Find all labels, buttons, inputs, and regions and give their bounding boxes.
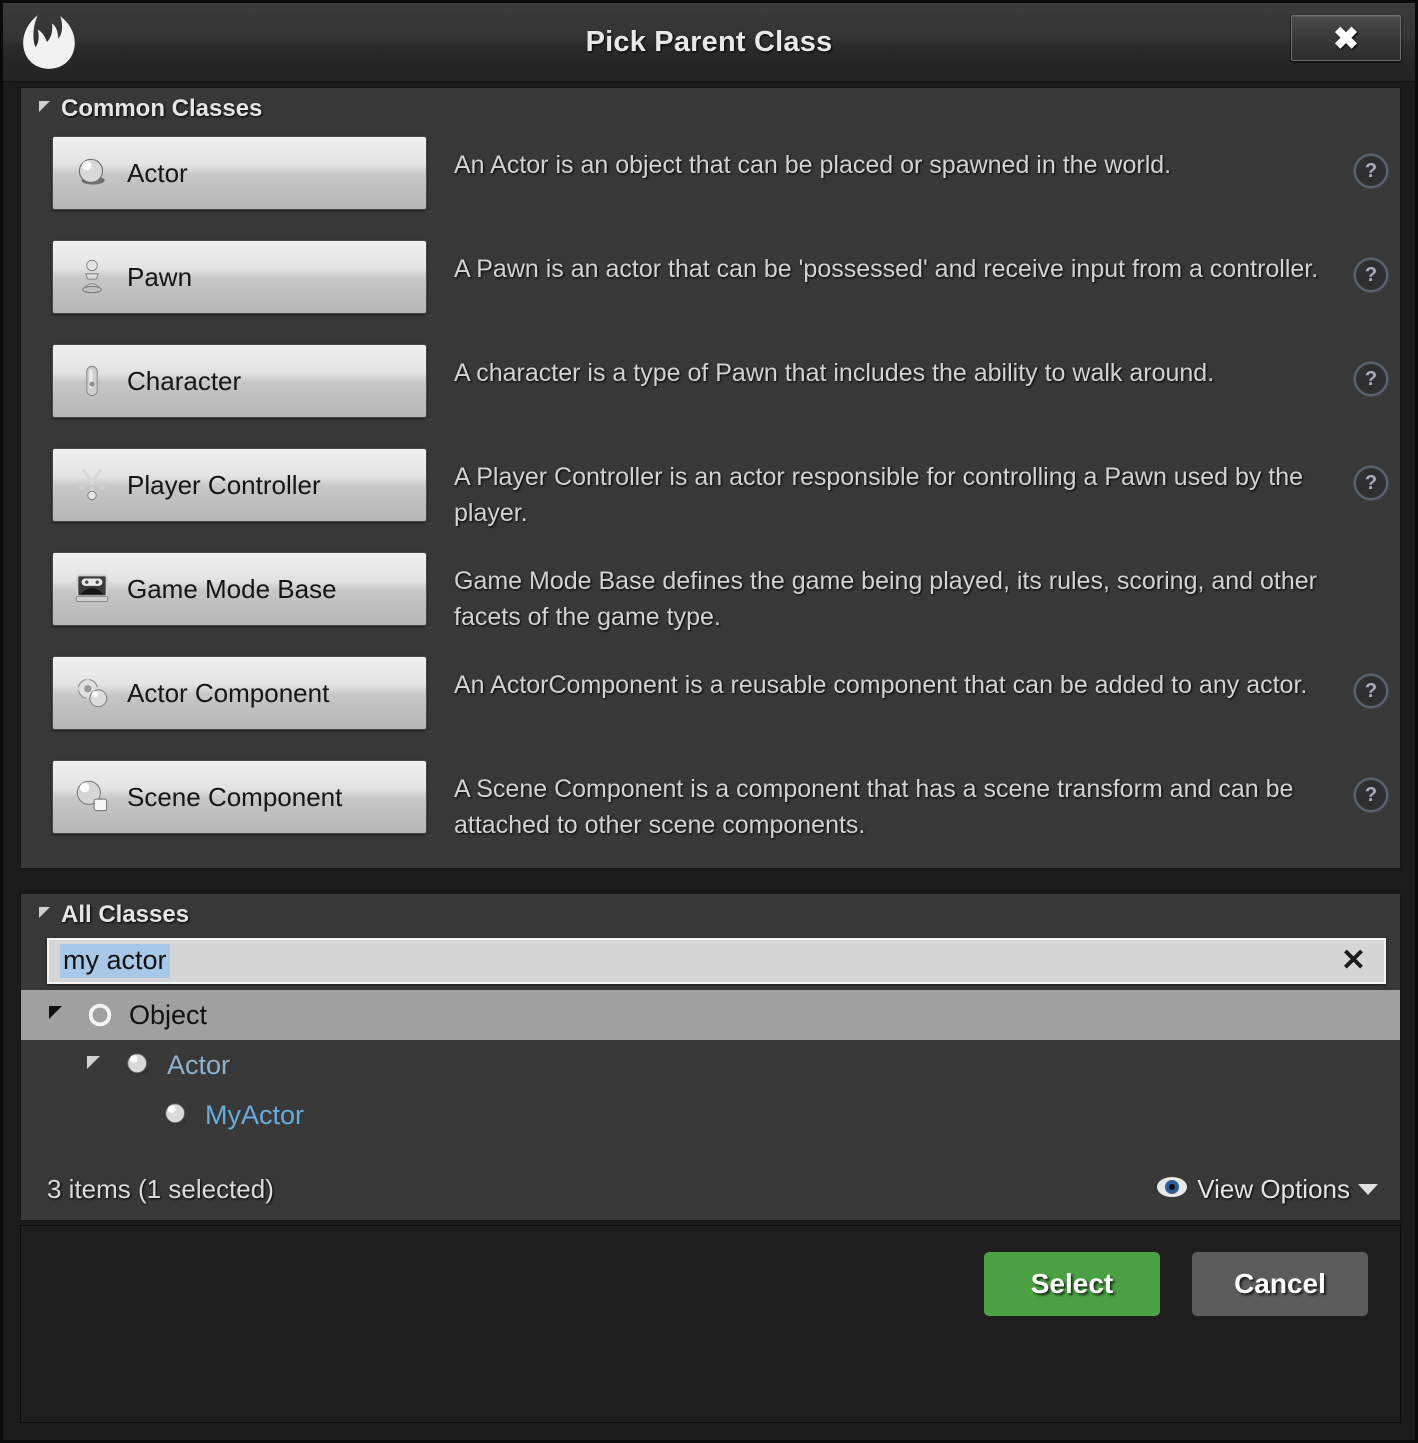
action-buttons: Select Cancel: [984, 1252, 1368, 1316]
game-mode-base-icon: [71, 568, 113, 610]
class-description: Game Mode Base defines the game being pl…: [454, 567, 1318, 631]
class-button-actor[interactable]: Actor: [52, 136, 427, 210]
class-description: An ActorComponent is a reusable componen…: [454, 671, 1308, 699]
actor-component-icon: [71, 672, 113, 714]
common-classes-header[interactable]: Common Classes: [21, 88, 1400, 130]
tree-row-label: Actor: [167, 1049, 231, 1080]
scene-component-icon: [71, 776, 113, 818]
footer-area: Select Cancel: [20, 1225, 1401, 1423]
help-icon[interactable]: ?: [1354, 154, 1388, 188]
common-classes-panel: Common Classes Actor An Actor is an objec…: [20, 87, 1401, 869]
tree-row-label: Object: [129, 999, 208, 1030]
pawn-chess-piece-icon: [71, 256, 113, 298]
player-controller-icon: [71, 464, 113, 506]
class-button-label: Actor Component: [127, 677, 330, 708]
common-class-row: Character A character is a type of Pawn t…: [21, 344, 1400, 448]
actor-sphere-icon: [121, 1048, 155, 1082]
object-ring-icon: [83, 998, 117, 1032]
all-classes-header-label: All Classes: [61, 901, 190, 928]
triangle-expanded-icon[interactable]: [39, 100, 50, 112]
help-icon[interactable]: ?: [1354, 362, 1388, 396]
common-class-row: Scene Component A Scene Component is a co…: [21, 760, 1400, 864]
select-button[interactable]: Select: [984, 1252, 1160, 1316]
help-icon[interactable]: ?: [1354, 258, 1388, 292]
class-description: A Scene Component is a component that ha…: [454, 775, 1294, 839]
common-class-row: Pawn A Pawn is an actor that can be 'poss…: [21, 240, 1400, 344]
actor-sphere-icon: [71, 152, 113, 194]
triangle-expanded-icon[interactable]: [39, 906, 50, 918]
tree-row-myactor[interactable]: MyActor: [21, 1090, 1400, 1140]
class-button-actor-component[interactable]: Actor Component: [52, 656, 427, 730]
class-button-label: Character: [127, 365, 242, 396]
class-button-label: Game Mode Base: [127, 573, 337, 604]
tree-row-actor[interactable]: Actor: [21, 1040, 1400, 1090]
help-slot: ?: [1342, 552, 1400, 570]
close-window-button[interactable]: ✖: [1291, 15, 1401, 61]
common-classes-list: Actor An Actor is an object that can be p…: [21, 130, 1400, 864]
common-class-row: Actor Component An ActorComponent is a re…: [21, 656, 1400, 760]
help-slot: ?: [1342, 240, 1400, 292]
search-input-value: my actor: [60, 944, 170, 978]
common-class-row: Player Controller A Player Controller is …: [21, 448, 1400, 552]
class-description: A Pawn is an actor that can be 'possesse…: [454, 255, 1319, 283]
class-tree: Object Actor MyActor: [21, 990, 1400, 1140]
class-button-player-controller[interactable]: Player Controller: [52, 448, 427, 522]
help-icon[interactable]: ?: [1354, 674, 1388, 708]
all-classes-header[interactable]: All Classes: [21, 894, 1400, 936]
help-slot: ?: [1342, 760, 1400, 812]
class-button-label: Actor: [127, 157, 188, 188]
chevron-down-icon: [1358, 1183, 1378, 1195]
title-bar: Pick Parent Class ✖: [3, 3, 1415, 82]
help-slot: ?: [1342, 136, 1400, 188]
clear-search-icon[interactable]: ✕: [1341, 946, 1366, 976]
common-classes-header-label: Common Classes: [61, 95, 263, 122]
character-capsule-icon: [71, 360, 113, 402]
triangle-expanded-icon[interactable]: [49, 1005, 75, 1019]
tree-row-object[interactable]: Object: [21, 990, 1400, 1040]
pick-parent-class-dialog: Pick Parent Class ✖ Common Classes Actor…: [0, 0, 1418, 1443]
cancel-button[interactable]: Cancel: [1192, 1252, 1368, 1316]
common-class-row: Game Mode Base Game Mode Base defines the…: [21, 552, 1400, 656]
class-button-label: Pawn: [127, 261, 193, 292]
class-button-scene-component[interactable]: Scene Component: [52, 760, 427, 834]
help-slot: ?: [1342, 656, 1400, 708]
class-button-game-mode-base[interactable]: Game Mode Base: [52, 552, 427, 626]
class-button-pawn[interactable]: Pawn: [52, 240, 427, 314]
help-icon[interactable]: ?: [1354, 778, 1388, 812]
class-button-label: Player Controller: [127, 469, 321, 500]
actor-sphere-icon: [159, 1098, 193, 1132]
view-options-label: View Options: [1197, 1173, 1350, 1204]
class-description: A character is a type of Pawn that inclu…: [454, 359, 1215, 387]
class-description: An Actor is an object that can be placed…: [454, 151, 1172, 179]
eye-icon: [1156, 1176, 1188, 1203]
class-button-character[interactable]: Character: [52, 344, 427, 418]
status-bar: 3 items (1 selected) View Options: [21, 1158, 1400, 1220]
class-description: A Player Controller is an actor responsi…: [454, 463, 1304, 527]
close-icon: ✖: [1333, 20, 1359, 56]
items-count-label: 3 items (1 selected): [47, 1173, 274, 1204]
class-button-label: Scene Component: [127, 781, 343, 812]
help-icon[interactable]: ?: [1354, 466, 1388, 500]
help-slot: ?: [1342, 448, 1400, 500]
tree-row-label: MyActor: [205, 1099, 305, 1130]
help-slot: ?: [1342, 344, 1400, 396]
view-options-button[interactable]: View Options: [1156, 1174, 1378, 1205]
all-classes-panel: All Classes my actor ✕ Object Actor MyActo…: [20, 893, 1401, 1221]
common-class-row: Actor An Actor is an object that can be p…: [21, 136, 1400, 240]
search-input[interactable]: my actor ✕: [47, 938, 1386, 984]
window-title: Pick Parent Class: [585, 26, 833, 58]
triangle-expanded-icon[interactable]: [87, 1055, 113, 1069]
